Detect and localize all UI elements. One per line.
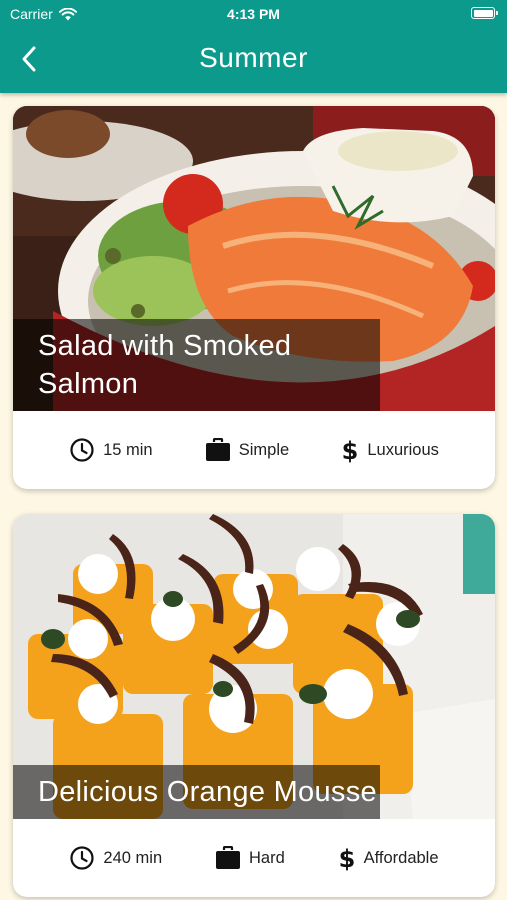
svg-text:$: $ — [342, 437, 359, 464]
dollar-icon: $ — [342, 437, 359, 464]
meal-duration: 15 min — [69, 437, 153, 463]
complexity-label: Hard — [248, 848, 285, 867]
briefcase-icon — [205, 438, 230, 461]
meal-image-mousse: Delicious Orange Mousse — [13, 514, 495, 819]
affordability-label: Affordable — [363, 848, 439, 867]
meal-image-salmon: Salad with Smoked Salmon — [13, 106, 495, 411]
svg-text:$: $ — [338, 845, 355, 872]
meal-card-salmon[interactable]: Salad with Smoked Salmon 15 min Simple $… — [13, 106, 495, 489]
meal-complexity: Hard — [215, 846, 285, 870]
page-title: Summer — [199, 42, 308, 73]
complexity-label: Simple — [238, 440, 290, 459]
meal-title: Salad with Smoked Salmon — [13, 319, 380, 411]
meal-affordability: $ Luxurious — [341, 436, 439, 464]
battery-icon — [471, 7, 498, 19]
meal-complexity: Simple — [205, 438, 289, 462]
meal-info-row: 240 min Hard $ Affordable — [13, 819, 495, 897]
duration-label: 240 min — [103, 848, 163, 867]
meal-affordability: $ Affordable — [338, 844, 439, 872]
clock-icon — [70, 438, 94, 462]
affordability-label: Luxurious — [367, 440, 439, 459]
duration-label: 15 min — [103, 440, 153, 459]
meal-card-mousse[interactable]: Delicious Orange Mousse 240 min Hard $ A… — [13, 514, 495, 897]
briefcase-icon — [215, 846, 240, 869]
meal-duration: 240 min — [69, 845, 162, 871]
meal-info-row: 15 min Simple $ Luxurious — [13, 411, 495, 489]
app-bar: Carrier 4:13 PM Summer — [0, 0, 507, 93]
status-time: 4:13 PM — [227, 6, 280, 22]
clock-icon — [70, 846, 95, 870]
status-bar: Carrier 4:13 PM — [0, 4, 507, 26]
dollar-icon: $ — [338, 845, 355, 872]
meal-title: Delicious Orange Mousse — [13, 765, 380, 819]
